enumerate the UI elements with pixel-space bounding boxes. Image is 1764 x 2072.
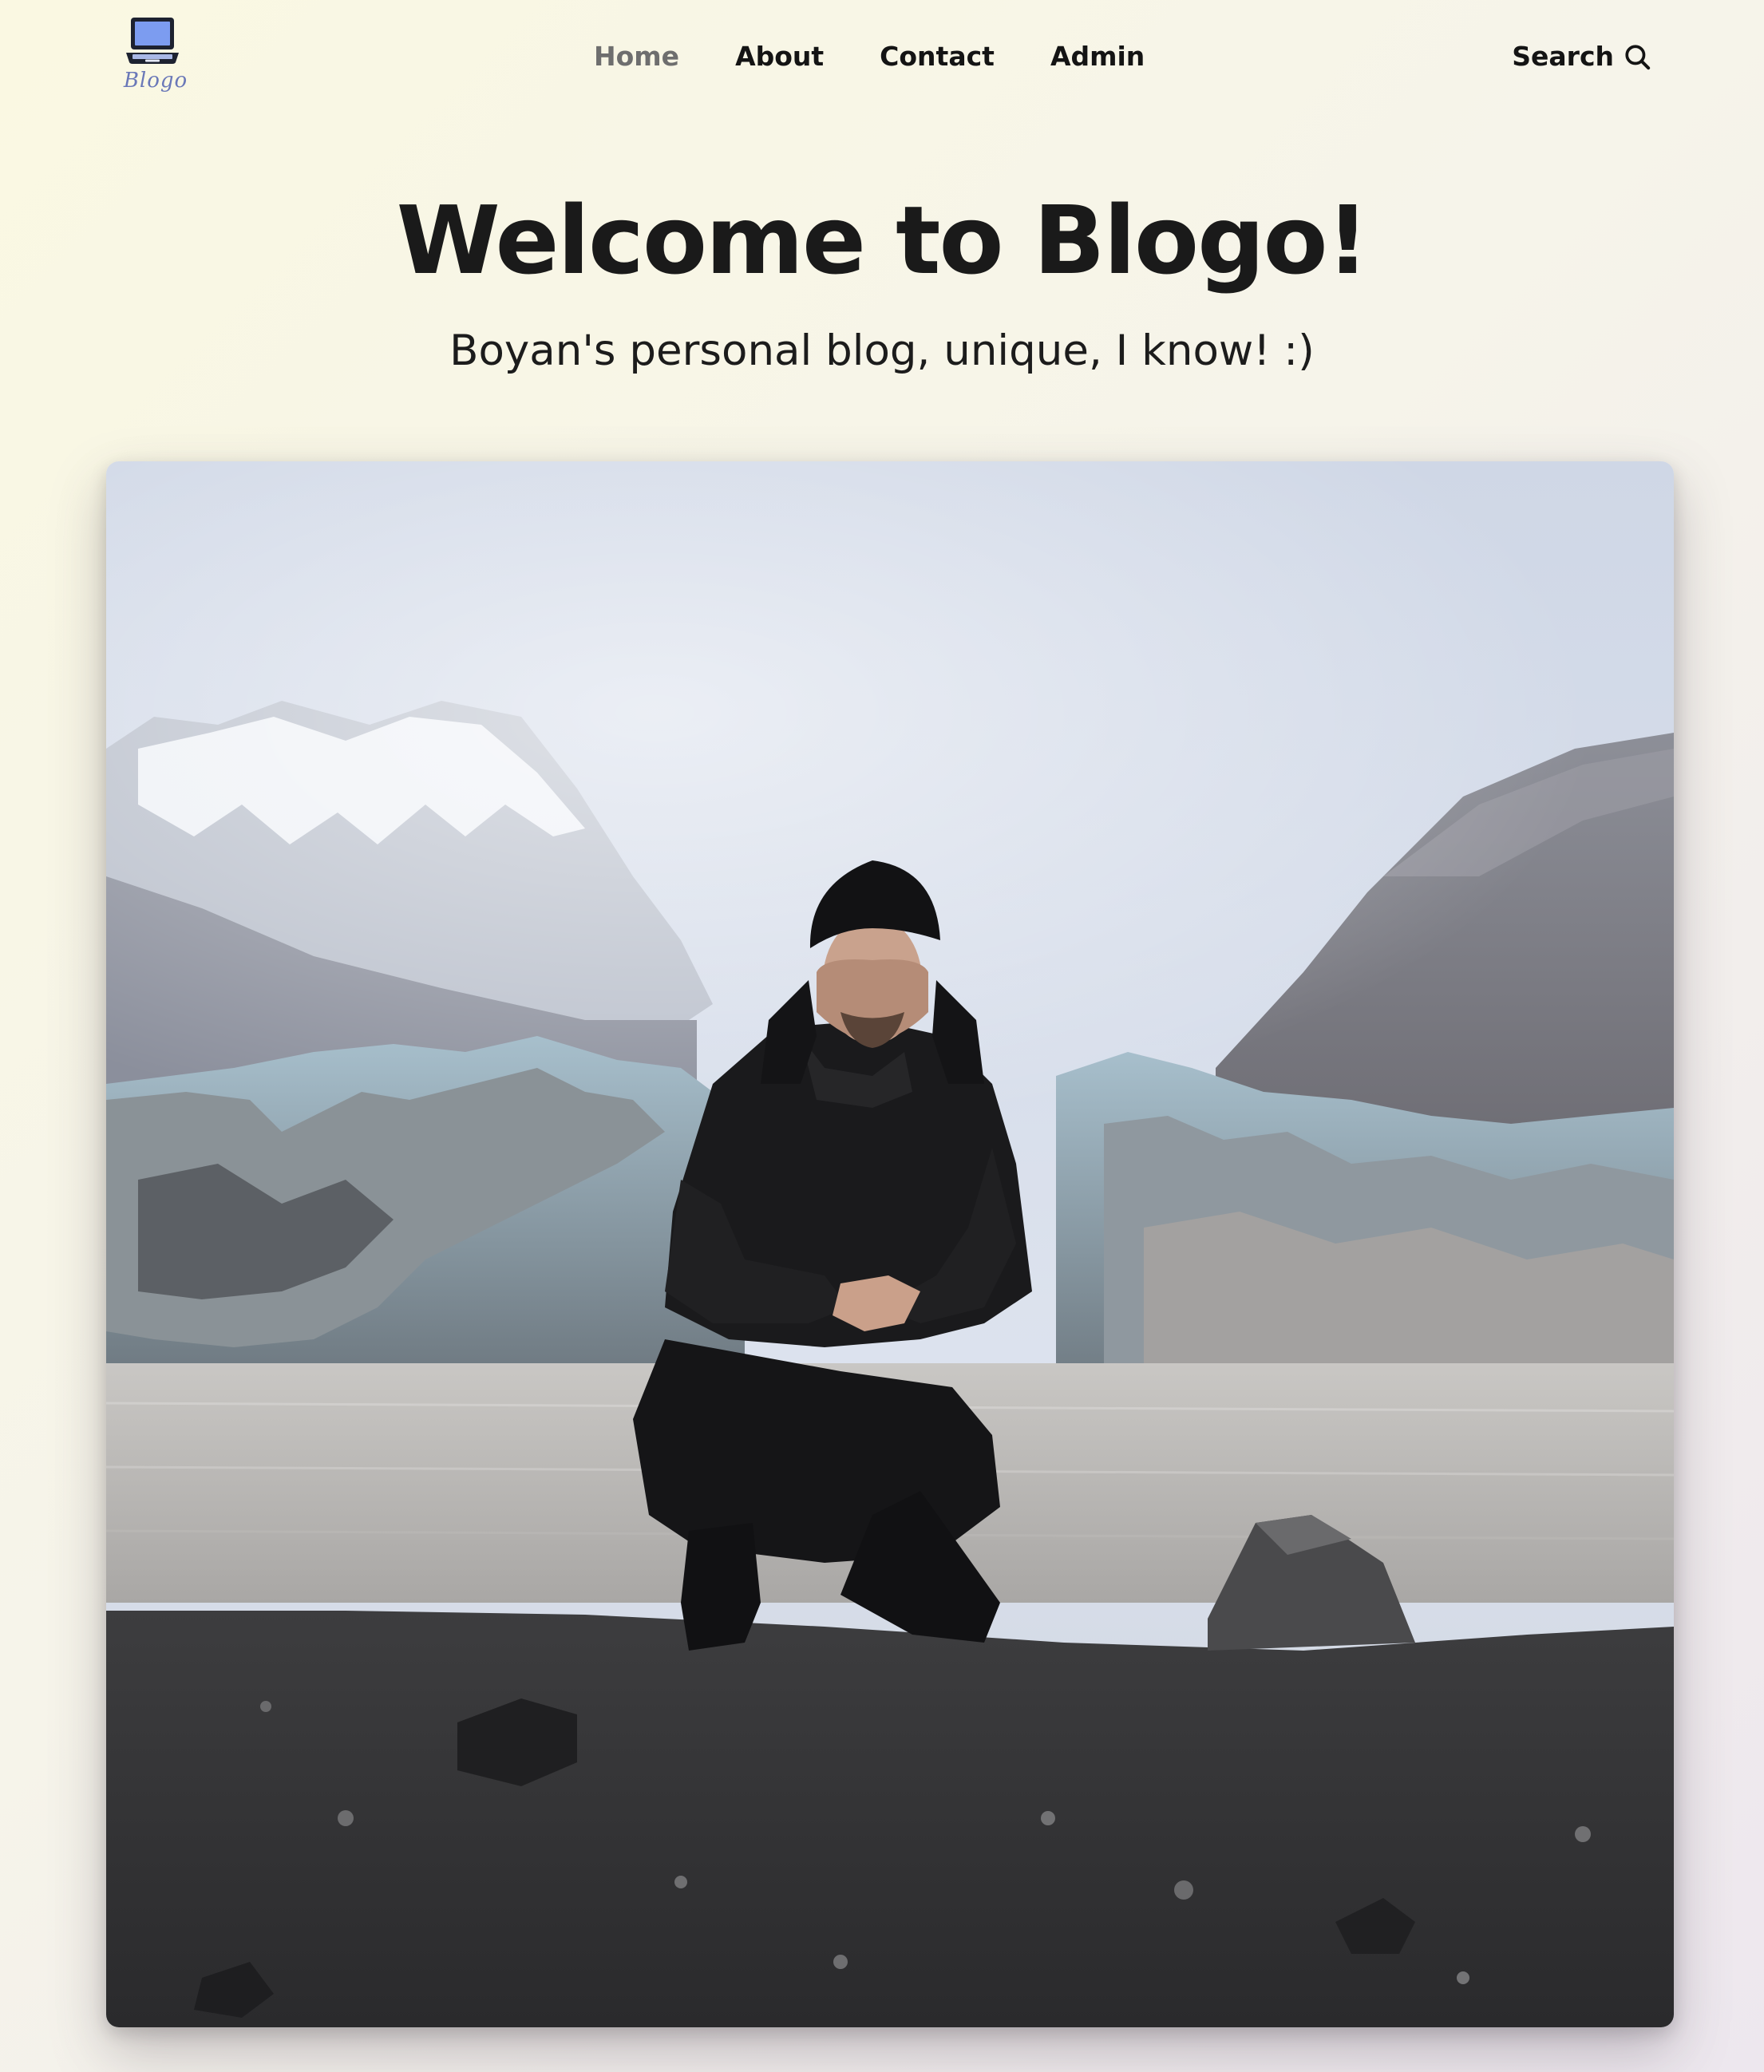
laptop-icon [126,18,179,64]
hero-photo-image [106,461,1674,2027]
search-label: Search [1512,41,1614,72]
site-header: Blogo Home About Contact Admin Search [0,0,1764,120]
search-icon [1625,45,1651,70]
nav-about[interactable]: About [735,35,824,78]
page-subtitle: Boyan's personal blog, unique, I know! :… [449,326,1315,375]
nav-home[interactable]: Home [594,35,679,78]
main-nav: Home About Contact Admin [594,35,1145,78]
hero-photo [106,461,1674,2027]
site-logo[interactable]: Blogo [120,16,192,100]
page-title: Welcome to Blogo! [396,185,1370,295]
nav-contact[interactable]: Contact [880,35,995,78]
search-button[interactable]: Search [1512,35,1651,78]
logo-text: Blogo [123,69,188,93]
nav-admin[interactable]: Admin [1050,35,1145,78]
